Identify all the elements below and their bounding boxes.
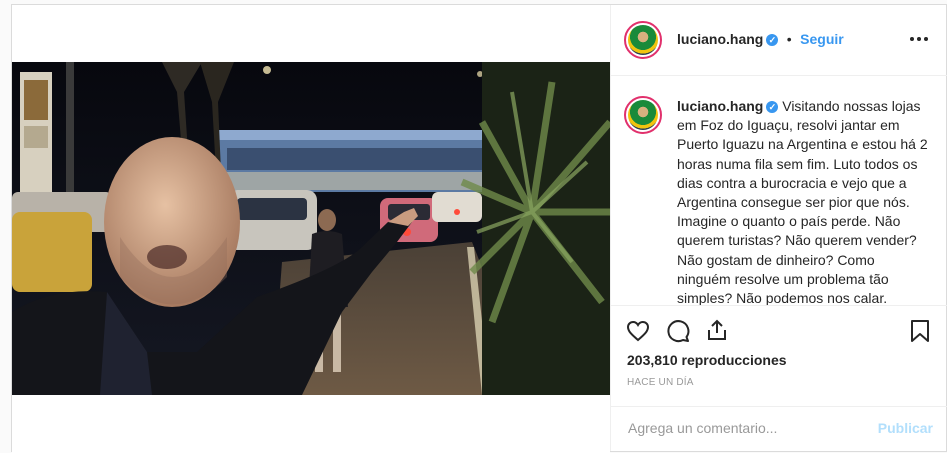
video-frame	[12, 62, 610, 395]
actions-section: 203,810 reproducciones HACE UN DÍA Publi…	[611, 305, 947, 452]
caption-avatar[interactable]	[624, 96, 662, 134]
comment-box: Publicar	[611, 406, 947, 453]
caption-text: Visitando nossas lojas em Foz do Iguaçu,…	[677, 98, 928, 307]
follow-button[interactable]: Seguir	[800, 31, 844, 47]
header-username[interactable]: luciano.hang	[677, 31, 763, 47]
header-user-line: luciano.hang ✓ • Seguir	[677, 31, 844, 49]
caption-username[interactable]: luciano.hang	[677, 98, 763, 114]
post-sidebar: luciano.hang ✓ • Seguir luciano.hang ✓ Vis…	[610, 5, 947, 451]
timestamp[interactable]: HACE UN DÍA	[627, 377, 694, 388]
avatar[interactable]	[624, 21, 662, 59]
media-panel	[12, 5, 610, 453]
header-separator: •	[786, 31, 792, 47]
comment-input[interactable]	[626, 419, 870, 437]
caption-verified-badge-icon: ✓	[766, 101, 779, 114]
post-header: luciano.hang ✓ • Seguir	[611, 5, 947, 76]
post-card: luciano.hang ✓ • Seguir luciano.hang ✓ Vis…	[11, 4, 947, 453]
publish-button[interactable]: Publicar	[878, 420, 933, 436]
views-count[interactable]: 203,810 reproducciones	[627, 352, 787, 368]
bookmark-icon[interactable]	[908, 319, 932, 343]
heart-icon[interactable]	[626, 319, 650, 343]
comment-icon[interactable]	[666, 319, 690, 343]
more-options-icon[interactable]	[909, 31, 929, 47]
verified-badge-icon: ✓	[766, 33, 779, 46]
share-icon[interactable]	[705, 318, 729, 342]
video-player[interactable]	[12, 62, 610, 395]
